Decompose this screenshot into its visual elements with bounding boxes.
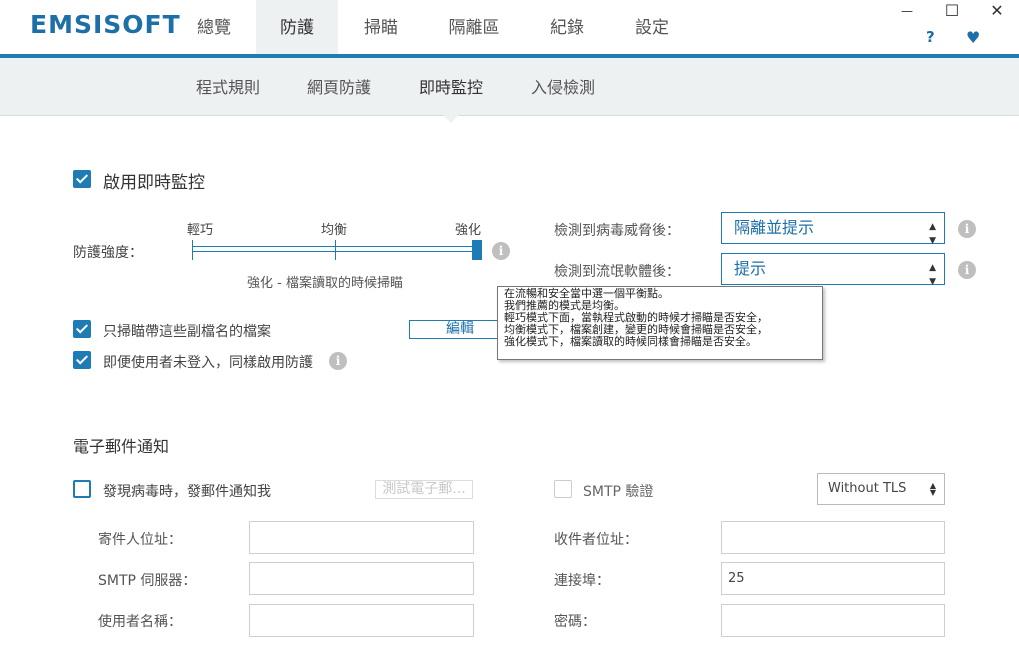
pup-action-value: 提示 (734, 259, 767, 278)
virus-action-value: 隔離並提示 (734, 218, 815, 237)
tab-logs[interactable]: 紀錄 (524, 0, 610, 56)
email-notify-label: 發現病毒時，發郵件通知我 (103, 484, 271, 500)
virus-action-info-icon[interactable]: i (958, 220, 976, 238)
tab-scan[interactable]: 掃瞄 (338, 0, 424, 56)
recipient-address-label: 收件者位址： (554, 532, 638, 548)
subtab-web-protection[interactable]: 網頁防護 (307, 58, 371, 115)
slider-tick-light (192, 240, 193, 260)
close-button[interactable]: ✕ (987, 2, 1007, 20)
tab-overview[interactable]: 總覽 (172, 0, 256, 56)
slider-thumb[interactable] (472, 240, 482, 260)
subtab-realtime-monitor[interactable]: 即時監控 (419, 58, 483, 115)
tab-settings[interactable]: 設定 (610, 0, 694, 56)
heart-icon[interactable]: ♥ (966, 28, 980, 47)
protection-strength-label: 防護強度： (73, 245, 143, 261)
only-extensions-label: 只掃瞄帶這些副檔名的檔案 (103, 324, 271, 340)
email-section-title: 電子郵件通知 (73, 437, 170, 456)
tab-quarantine[interactable]: 隔離區 (424, 0, 524, 56)
edit-extensions-button[interactable]: 編輯 (409, 320, 511, 339)
chevron-updown-icon: ▲ ▼ (929, 263, 936, 287)
tab-protection[interactable]: 防護 (256, 0, 338, 56)
subtab-app-rules[interactable]: 程式規則 (196, 58, 260, 115)
slider-label-balanced: 均衡 (321, 223, 348, 238)
top-header: EMSISOFT 總覽 防護 掃瞄 隔離區 紀錄 設定 — ☐ ✕ ? ♥ (0, 0, 1019, 56)
pup-action-select[interactable]: 提示 ▲ ▼ (721, 253, 945, 287)
sender-address-label: 寄件人位址： (98, 532, 182, 548)
protection-strength-slider[interactable] (192, 246, 482, 252)
minimize-button[interactable]: — (897, 2, 917, 20)
smtp-auth-label: SMTP 驗證 (583, 484, 654, 500)
test-email-button[interactable]: 測試電子郵... (375, 480, 473, 499)
only-extensions-checkbox[interactable] (73, 320, 91, 338)
help-icon[interactable]: ? (926, 28, 935, 46)
strength-tooltip: 在流暢和安全當中選一個平衡點。 我們推薦的模式是均衡。 輕巧模式下面，當執程式啟… (497, 286, 823, 360)
maximize-button[interactable]: ☐ (942, 2, 962, 20)
smtp-auth-checkbox[interactable] (554, 480, 572, 498)
slider-label-strong: 強化 (455, 223, 482, 238)
enable-realtime-label: 啟用即時監控 (103, 173, 205, 193)
pup-action-label: 檢測到流氓軟體後： (554, 264, 680, 280)
port-label: 連接埠： (554, 573, 610, 589)
recipient-address-field[interactable] (721, 521, 945, 554)
slider-description: 強化 - 檔案讀取的時候掃瞄 (247, 276, 403, 291)
username-label: 使用者名稱： (98, 614, 182, 630)
slider-tick-balanced (335, 240, 336, 260)
subtab-intrusion-detection[interactable]: 入侵檢測 (531, 58, 595, 115)
virus-action-label: 檢測到病毒威脅後： (554, 223, 680, 239)
chevron-updown-icon: ▲ ▼ (929, 222, 936, 246)
tls-value: Without TLS (828, 481, 907, 496)
sender-address-field[interactable] (249, 521, 474, 554)
username-field[interactable] (249, 604, 474, 637)
emsisoft-logo: EMSISOFT (30, 10, 181, 39)
not-logged-in-checkbox[interactable] (73, 351, 91, 369)
enable-realtime-checkbox[interactable] (73, 170, 91, 188)
smtp-server-field[interactable] (249, 562, 474, 595)
tls-select[interactable]: Without TLS ▲ ▼ (817, 473, 945, 505)
sub-navigation: 程式規則 網頁防護 即時監控 入侵檢測 (0, 58, 1019, 116)
pup-action-info-icon[interactable]: i (958, 261, 976, 279)
slider-label-light: 輕巧 (187, 223, 214, 238)
tooltip-line: 強化模式下，檔案讀取的時候同樣會掃瞄是否安全。 (504, 335, 757, 348)
not-logged-in-info-icon[interactable]: i (329, 352, 347, 370)
virus-action-select[interactable]: 隔離並提示 ▲ ▼ (721, 212, 945, 246)
port-field[interactable]: 25 (721, 562, 945, 595)
not-logged-in-label: 即便使用者未登入，同樣啟用防護 (103, 355, 313, 371)
active-subtab-pointer (443, 115, 459, 123)
chevron-updown-icon: ▲ ▼ (929, 481, 936, 497)
password-label: 密碼： (554, 614, 596, 630)
slider-info-icon[interactable]: i (492, 242, 510, 260)
email-notify-checkbox[interactable] (73, 480, 91, 498)
password-field[interactable] (721, 604, 945, 637)
smtp-server-label: SMTP 伺服器： (98, 573, 197, 589)
